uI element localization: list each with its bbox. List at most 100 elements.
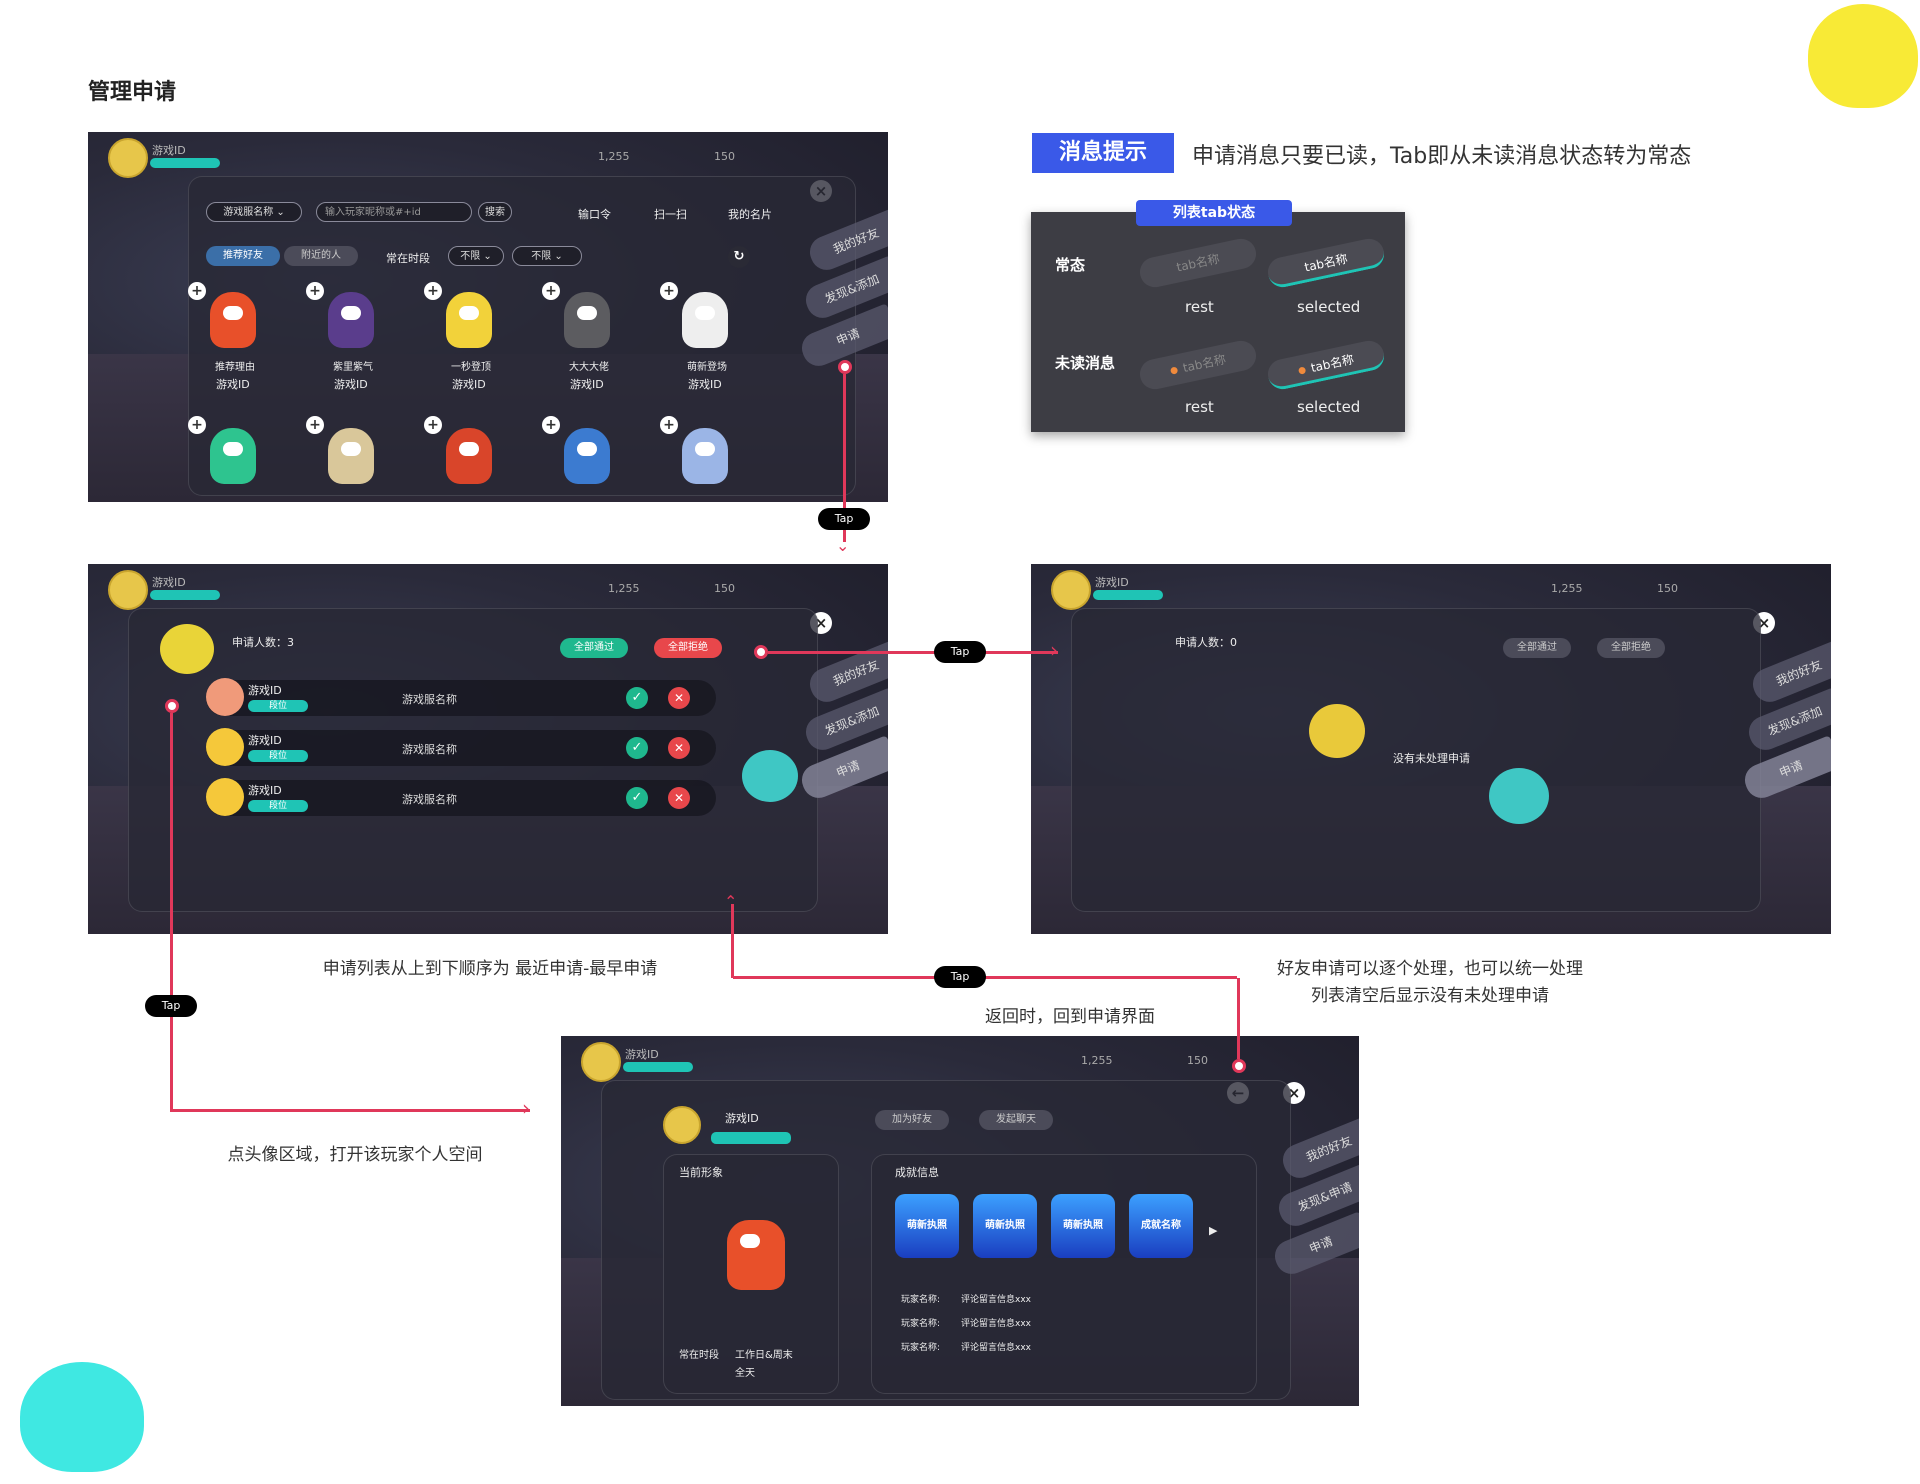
character-figure — [727, 1220, 785, 1290]
hud-rank-bar — [150, 590, 220, 600]
card-player-id[interactable]: 游戏ID — [334, 376, 368, 392]
achievement-badge[interactable]: 萌新执照 — [973, 1194, 1037, 1258]
add-friend-icon[interactable]: + — [306, 282, 324, 300]
add-friend-icon[interactable]: + — [660, 282, 678, 300]
filter-select-2[interactable]: 不限 ⌄ — [512, 246, 582, 266]
note-handle-line2: 列表清空后显示没有未处理申请 — [1311, 986, 1549, 1006]
search-button[interactable]: 搜索 — [478, 202, 512, 222]
comment-text: 评论留言信息xxx — [961, 1319, 1031, 1329]
character-figure — [682, 292, 728, 348]
profile-rank-bar — [711, 1132, 791, 1144]
code-button[interactable]: 输口令 — [578, 206, 611, 222]
hud-avatar[interactable] — [1051, 570, 1091, 610]
add-friend-icon[interactable]: + — [542, 416, 560, 434]
add-friend-button[interactable]: 加为好友 — [875, 1110, 949, 1130]
add-friend-icon[interactable]: + — [424, 416, 442, 434]
request-rank: 段位 — [248, 800, 308, 812]
request-avatar[interactable] — [206, 678, 244, 716]
request-avatar[interactable] — [206, 778, 244, 816]
hud-resource-2: 150 — [714, 582, 735, 595]
comment-author: 玩家名称: — [901, 1319, 941, 1329]
achievement-badge[interactable]: 萌新执照 — [1051, 1194, 1115, 1258]
request-rank: 段位 — [248, 700, 308, 712]
card-player-id[interactable]: 游戏ID — [688, 376, 722, 392]
time-label: 常在时段 — [386, 252, 430, 265]
scan-button[interactable]: 扫一扫 — [654, 206, 687, 222]
achievement-badge[interactable]: 萌新执照 — [895, 1194, 959, 1258]
teal-mascot — [20, 1362, 144, 1472]
rest-caption: rest — [1185, 398, 1214, 416]
card-caption: 推荐理由 — [215, 362, 255, 373]
my-card-button[interactable]: 我的名片 — [728, 206, 772, 222]
character-figure — [446, 428, 492, 484]
yellow-mascot-small — [160, 624, 214, 674]
request-server: 游戏服名称 — [402, 743, 457, 756]
add-friend-icon[interactable]: + — [188, 416, 206, 434]
achievement-title: 成就信息 — [895, 1166, 939, 1179]
accept-icon[interactable]: ✓ — [626, 687, 648, 709]
card-player-id[interactable]: 游戏ID — [452, 376, 486, 392]
card-player-id[interactable]: 游戏ID — [570, 376, 604, 392]
hud-avatar[interactable] — [108, 570, 148, 610]
current-look-title: 当前形象 — [679, 1166, 723, 1179]
accept-all-button[interactable]: 全部通过 — [560, 638, 628, 658]
card-player-id[interactable]: 游戏ID — [216, 376, 250, 392]
accept-icon[interactable]: ✓ — [626, 737, 648, 759]
flow-start-dot — [754, 645, 768, 659]
page-title: 管理申请 — [88, 80, 177, 105]
tab-recommend[interactable]: 推荐好友 — [206, 246, 280, 266]
note-handle-line1: 好友申请可以逐个处理，也可以统一处理 — [1277, 959, 1583, 979]
screen-requests: 游戏ID 1,255 150 × 申请人数：3 全部通过 全部拒绝 游戏ID 段… — [88, 564, 888, 934]
comment-author: 玩家名称: — [901, 1343, 941, 1353]
character-figure — [328, 428, 374, 484]
tap-badge: Tap — [934, 641, 986, 663]
character-figure — [564, 428, 610, 484]
add-friend-icon[interactable]: + — [188, 282, 206, 300]
rest-caption: rest — [1185, 298, 1214, 316]
add-friend-icon[interactable]: + — [542, 282, 560, 300]
refresh-icon[interactable]: ↻ — [728, 246, 750, 268]
hud-player-id: 游戏ID — [152, 576, 186, 589]
reject-icon[interactable]: ✕ — [668, 787, 690, 809]
chip-label: tab名称 — [1181, 352, 1228, 376]
add-friend-icon[interactable]: + — [424, 282, 442, 300]
request-player-id: 游戏ID — [248, 684, 282, 697]
time-value-2: 全天 — [735, 1368, 755, 1379]
tab-nearby[interactable]: 附近的人 — [284, 246, 358, 266]
reject-icon[interactable]: ✕ — [668, 737, 690, 759]
unread-dot-icon — [1169, 366, 1178, 375]
hud-player-id: 游戏ID — [625, 1048, 659, 1061]
search-input[interactable]: 输入玩家昵称或#+id — [316, 202, 472, 222]
note-avatar: 点头像区域，打开该玩家个人空间 — [227, 1145, 483, 1165]
start-chat-button[interactable]: 发起聊天 — [979, 1110, 1053, 1130]
reject-all-button[interactable]: 全部拒绝 — [654, 638, 722, 658]
achievement-badge[interactable]: 成就名称 — [1129, 1194, 1193, 1258]
selected-caption: selected — [1297, 298, 1361, 316]
flow-line — [731, 904, 734, 978]
character-figure — [210, 292, 256, 348]
hud-player-id: 游戏ID — [152, 144, 186, 157]
tab-chip-selected-unread: tab名称 — [1265, 338, 1387, 392]
flow-line — [170, 1109, 530, 1112]
achievement-panel — [871, 1154, 1257, 1394]
server-select[interactable]: 游戏服名称 ⌄ — [206, 202, 302, 222]
hud-avatar[interactable] — [581, 1042, 621, 1082]
chip-label: tab名称 — [1309, 352, 1356, 376]
add-friend-icon[interactable]: + — [660, 416, 678, 434]
hud-avatar[interactable] — [108, 138, 148, 178]
request-avatar[interactable] — [206, 728, 244, 766]
tab-state-header: 列表tab状态 — [1136, 200, 1292, 226]
accept-icon[interactable]: ✓ — [626, 787, 648, 809]
add-friend-icon[interactable]: + — [306, 416, 324, 434]
filter-select-1[interactable]: 不限 ⌄ — [448, 246, 504, 266]
character-figure — [446, 292, 492, 348]
badge-next-icon[interactable]: ▶ — [1209, 1224, 1217, 1237]
character-figure — [210, 428, 256, 484]
card-caption: 一秒登顶 — [451, 362, 491, 373]
empty-text: 没有未处理申请 — [1393, 752, 1470, 765]
reject-icon[interactable]: ✕ — [668, 687, 690, 709]
time-label: 常在时段 — [679, 1350, 719, 1361]
note-list-order: 申请列表从上到下顺序为 最近申请-最早申请 — [322, 959, 658, 979]
hud-resource-1: 1,255 — [1551, 582, 1583, 595]
tap-badge: Tap — [145, 995, 197, 1017]
